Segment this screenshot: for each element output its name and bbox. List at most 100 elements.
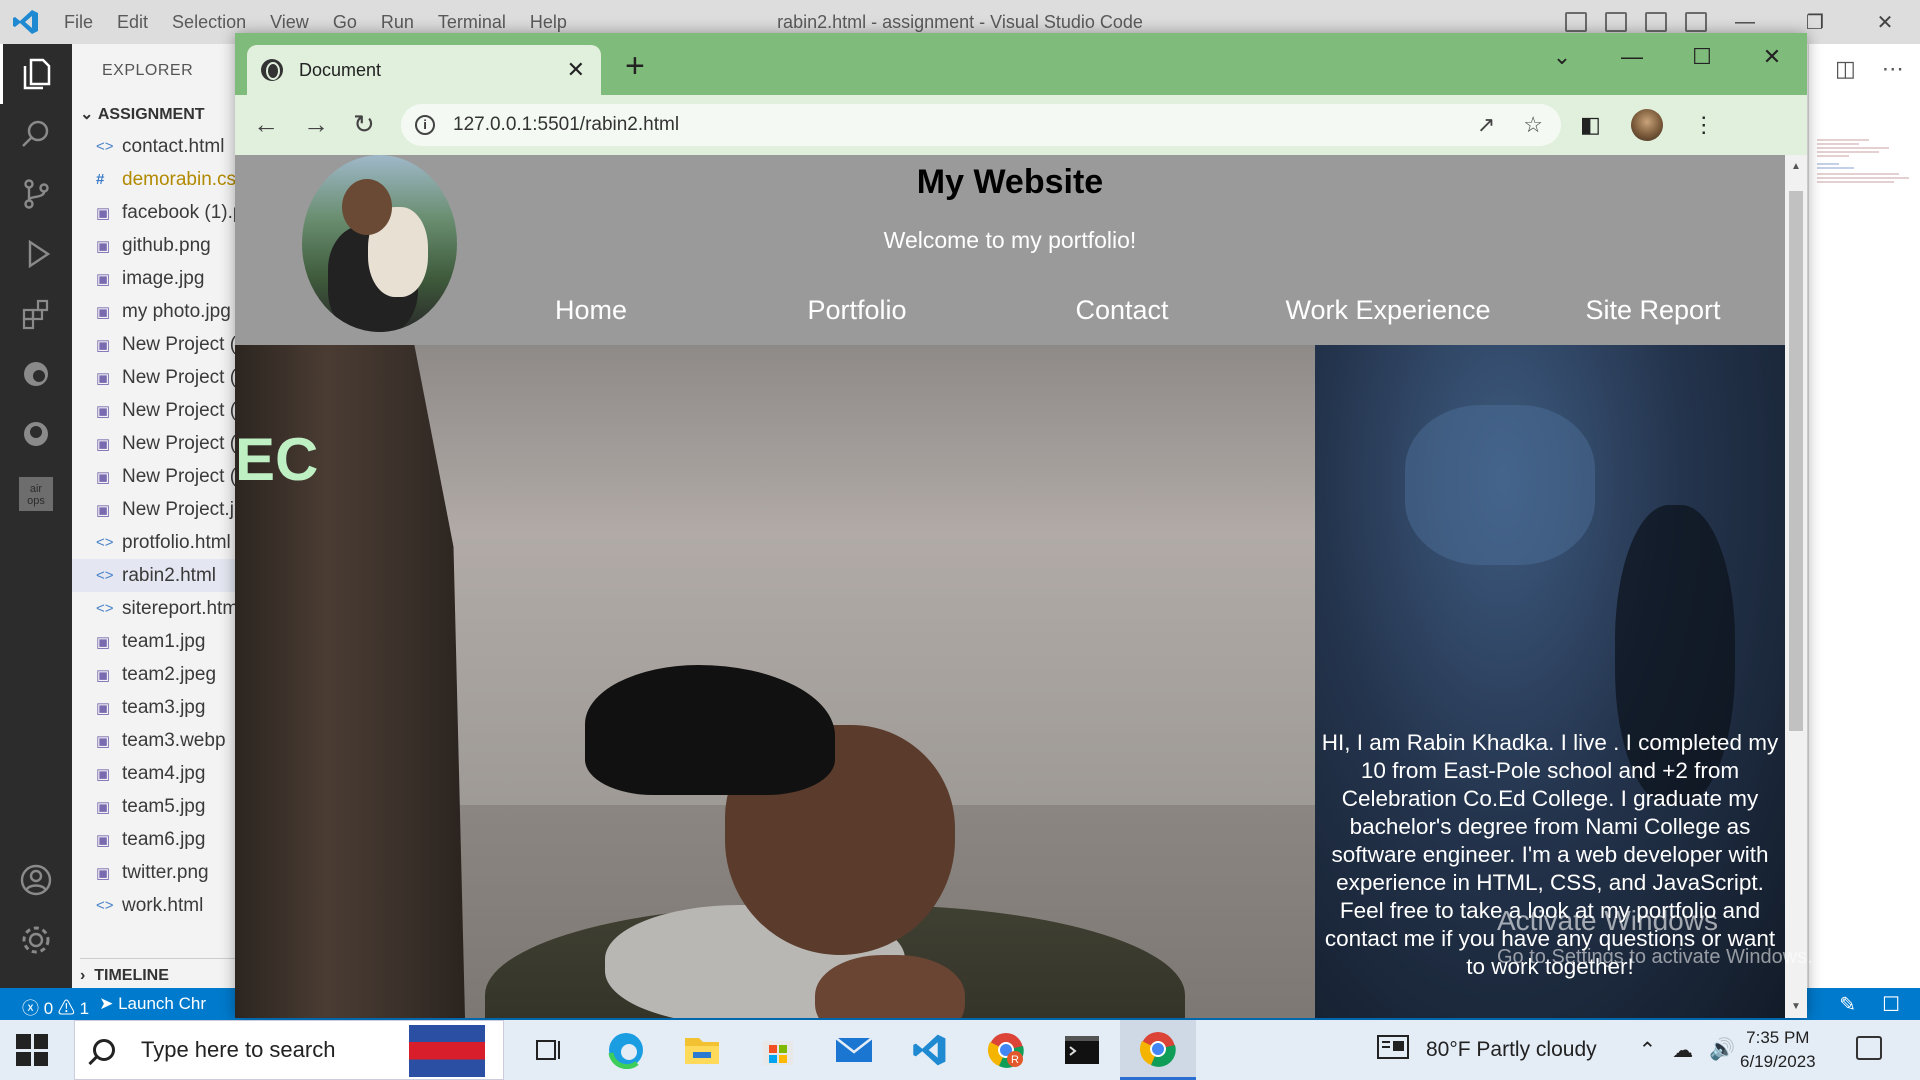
nav-contact[interactable]: Contact [1075,295,1168,326]
task-view-icon[interactable] [512,1020,588,1080]
file-item[interactable]: ▣ my photo.jpg [72,295,242,328]
file-item[interactable]: ▣ New Project.j [72,493,242,526]
accounts-icon[interactable] [0,850,72,910]
file-name: work.html [122,894,204,916]
scroll-up-icon[interactable]: ▲ [1791,161,1801,172]
bookmark-star-icon[interactable]: ☆ [1523,112,1543,138]
file-item[interactable]: ▣ team1.jpg [72,625,242,658]
file-name: image.jpg [122,267,205,289]
reload-icon[interactable]: ↻ [353,109,375,140]
tab-search-icon[interactable]: ⌄ [1527,33,1597,81]
weather-icon[interactable] [1376,1034,1410,1066]
share-icon[interactable]: ↗ [1477,112,1495,138]
close-icon[interactable]: ✕ [1850,0,1920,44]
taskbar-search[interactable]: Type here to search [74,1020,504,1080]
site-info-icon[interactable]: i [415,115,435,135]
timeline-section[interactable]: › TIMELINE [80,958,242,985]
weather-text[interactable]: 80°F Partly cloudy [1426,1038,1597,1062]
chrome-menu-icon[interactable]: ⋮ [1693,112,1715,138]
file-item[interactable]: ▣ twitter.png [72,856,242,889]
file-item[interactable]: ▣ New Project ( [72,328,242,361]
file-item[interactable]: ▣ image.jpg [72,262,242,295]
forward-arrow-icon[interactable]: → [303,109,329,140]
scroll-thumb[interactable] [1789,191,1803,731]
problems-status[interactable]: ⓧ 0 ⚠ 1 [22,994,89,1019]
toggle-panel-icon[interactable] [1605,12,1627,32]
microsoft-store-icon[interactable] [740,1020,816,1080]
file-item[interactable]: ▣ New Project ( [72,427,242,460]
html-file-icon: <> [96,897,114,914]
file-item[interactable]: <> protfolio.html [72,526,242,559]
launch-status[interactable]: ➤ Launch Chr [99,994,206,1019]
file-item[interactable]: <> contact.html [72,130,242,163]
image-file-icon: ▣ [96,402,111,420]
more-actions-icon[interactable]: ⋯ [1882,56,1904,82]
file-item[interactable]: ▣ team3.webp [72,724,242,757]
hero-photo: EC [235,345,1315,1018]
file-item[interactable]: <> rabin2.html [72,559,242,592]
file-item[interactable]: ▣ team2.jpeg [72,658,242,691]
file-item[interactable]: ▣ New Project ( [72,361,242,394]
nav-work-experience[interactable]: Work Experience [1285,295,1490,326]
file-item[interactable]: ▣ team3.jpg [72,691,242,724]
file-item[interactable]: <> work.html [72,889,242,922]
airops-icon[interactable]: air ops [0,464,72,524]
chrome-maximize-icon[interactable]: ☐ [1667,33,1737,81]
github-icon[interactable] [0,404,72,464]
onedrive-cloud-icon[interactable]: ☁ [1672,1038,1693,1063]
file-item[interactable]: ▣ New Project ( [72,394,242,427]
page-scrollbar[interactable]: ▲ ▼ [1785,155,1807,1018]
taskbar-clock[interactable]: 7:35 PM 6/19/2023 [1740,1026,1816,1074]
notifications-bell-icon[interactable]: ☐ [1882,992,1900,1017]
volume-icon[interactable]: 🔊 [1709,1038,1735,1062]
chrome-close-icon[interactable]: ✕ [1737,33,1807,81]
file-item[interactable]: ▣ github.png [72,229,242,262]
split-editor-icon[interactable]: ◫ [1835,56,1856,82]
chrome-icon[interactable] [1120,1020,1196,1080]
chrome-minimize-icon[interactable]: — [1597,33,1667,81]
html-file-icon: <> [96,567,114,584]
settings-gear-icon[interactable] [0,910,72,970]
toggle-secondary-sidebar-icon[interactable] [1645,12,1667,32]
action-center-icon[interactable] [1856,1036,1882,1060]
file-item[interactable]: ▣ facebook (1).png [72,196,242,229]
source-control-icon[interactable] [0,164,72,224]
close-tab-icon[interactable]: ✕ [567,57,585,83]
mail-icon[interactable] [816,1020,892,1080]
new-tab-button[interactable]: + [625,47,645,86]
chrome-profile-icon[interactable]: R [968,1020,1044,1080]
run-debug-icon[interactable] [0,224,72,284]
browser-tab[interactable]: Document ✕ [247,45,601,95]
file-item[interactable]: ▣ team5.jpg [72,790,242,823]
edge-icon[interactable] [588,1020,664,1080]
profile-avatar[interactable] [1630,109,1663,141]
file-item[interactable]: ▣ team6.jpg [72,823,242,856]
search-icon[interactable] [0,104,72,164]
folder-header[interactable]: ⌄ ASSIGNMENT [80,104,205,124]
search-highlight-icon [409,1025,485,1077]
edge-tools-icon[interactable] [0,344,72,404]
windows-start-icon[interactable] [16,1034,48,1066]
minimap[interactable] [1809,134,1920,214]
nav-portfolio[interactable]: Portfolio [807,295,906,326]
vscode-taskbar-icon[interactable] [892,1020,968,1080]
file-name: rabin2.html [122,564,216,586]
scroll-down-icon[interactable]: ▼ [1791,1001,1801,1012]
nav-home[interactable]: Home [555,295,627,326]
back-arrow-icon[interactable]: ← [253,109,279,140]
tray-chevron-icon[interactable]: ⌃ [1639,1038,1657,1063]
file-item[interactable]: ▣ New Project ( [72,460,242,493]
extensions-icon[interactable] [0,284,72,344]
file-item[interactable]: # demorabin.css [72,163,242,196]
customize-layout-icon[interactable] [1685,12,1707,32]
side-panel-icon[interactable]: ◧ [1580,112,1601,138]
file-item[interactable]: <> sitereport.html [72,592,242,625]
toggle-sidebar-icon[interactable] [1565,12,1587,32]
terminal-icon[interactable] [1044,1020,1120,1080]
file-item[interactable]: ▣ team4.jpg [72,757,242,790]
feedback-icon[interactable]: ✎ [1839,992,1856,1017]
nav-site-report[interactable]: Site Report [1585,295,1720,326]
explorer-icon[interactable] [0,44,72,104]
file-explorer-icon[interactable] [664,1020,740,1080]
address-bar[interactable]: i 127.0.0.1:5501/rabin2.html ↗ ☆ [401,104,1561,146]
